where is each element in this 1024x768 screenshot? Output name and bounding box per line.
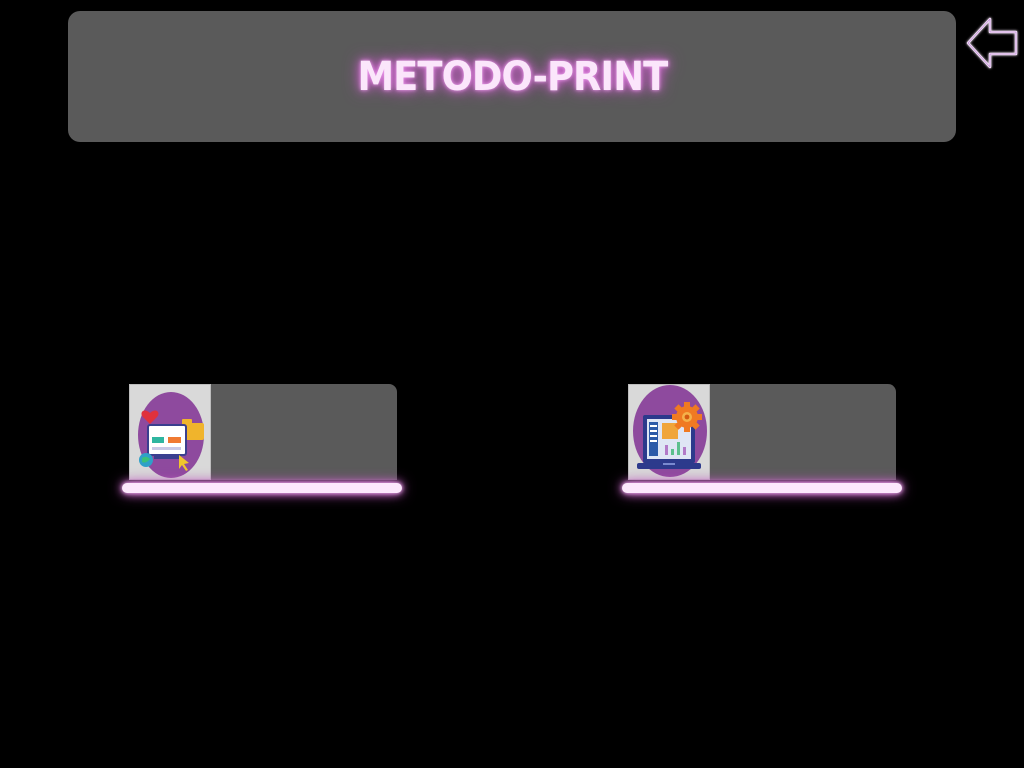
arrow-left-icon — [966, 17, 1018, 69]
app-screen: METODO-PRINT — [0, 0, 1024, 768]
page-title: METODO-PRINT — [357, 53, 668, 100]
web-design-icon — [138, 392, 204, 478]
option-underline-left — [122, 483, 402, 493]
option-card-laptop-settings[interactable] — [628, 384, 896, 480]
laptop-settings-icon — [633, 385, 707, 477]
title-banner: METODO-PRINT — [68, 11, 956, 142]
option-thumbnail — [628, 384, 710, 480]
option-underline-right — [622, 483, 902, 493]
back-button[interactable] — [964, 14, 1020, 72]
option-thumbnail — [129, 384, 211, 480]
option-card-web-design[interactable] — [129, 384, 397, 480]
